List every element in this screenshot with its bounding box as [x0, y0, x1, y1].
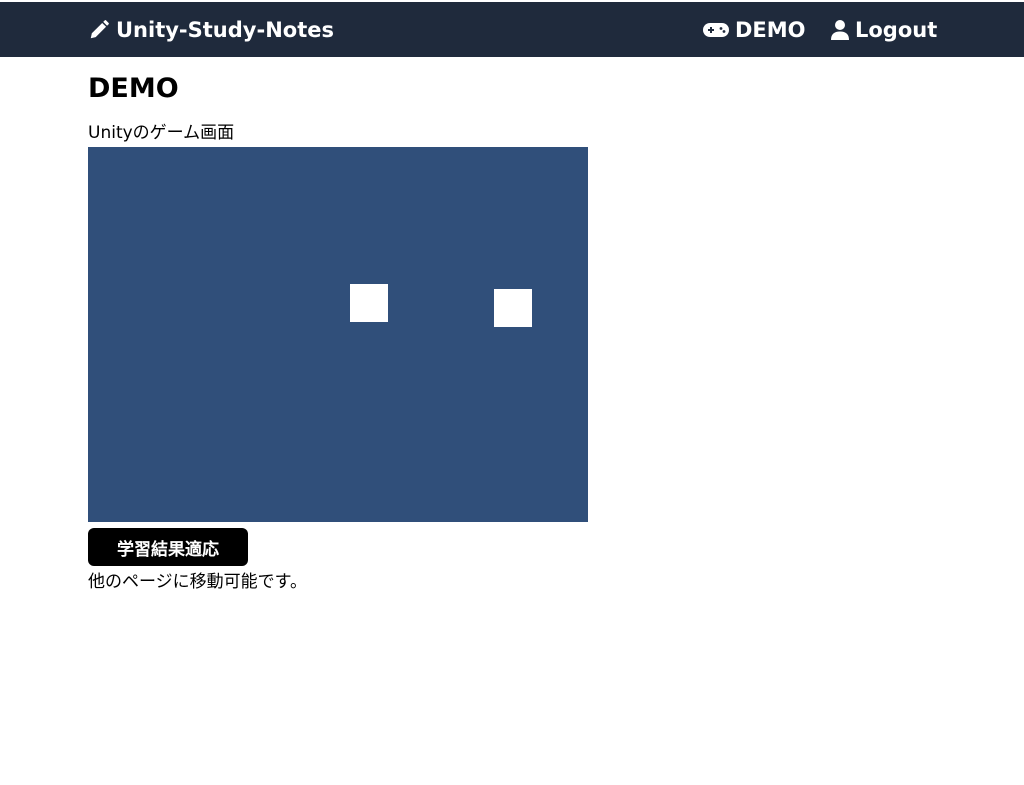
gamepad-icon: [702, 20, 730, 40]
brand-link[interactable]: Unity-Study-Notes: [88, 2, 334, 57]
page-title: DEMO: [88, 73, 179, 104]
game-caption: Unityのゲーム画面: [88, 123, 235, 143]
nav-demo-link[interactable]: DEMO: [702, 2, 806, 57]
pencil-icon: [88, 19, 110, 41]
game-object-square: [350, 284, 388, 322]
game-object-square: [494, 289, 532, 327]
brand-label: Unity-Study-Notes: [116, 17, 334, 42]
nav-demo-label: DEMO: [735, 17, 806, 42]
navigation-note: 他のページに移動可能です。: [88, 572, 307, 592]
unity-game-canvas[interactable]: [88, 147, 588, 522]
nav-logout-link[interactable]: Logout: [830, 2, 937, 57]
apply-learning-results-button[interactable]: 学習結果適応: [88, 528, 248, 566]
top-navbar: Unity-Study-Notes DEMO Logout: [0, 2, 1024, 57]
user-icon: [830, 19, 850, 41]
nav-logout-label: Logout: [855, 17, 938, 42]
